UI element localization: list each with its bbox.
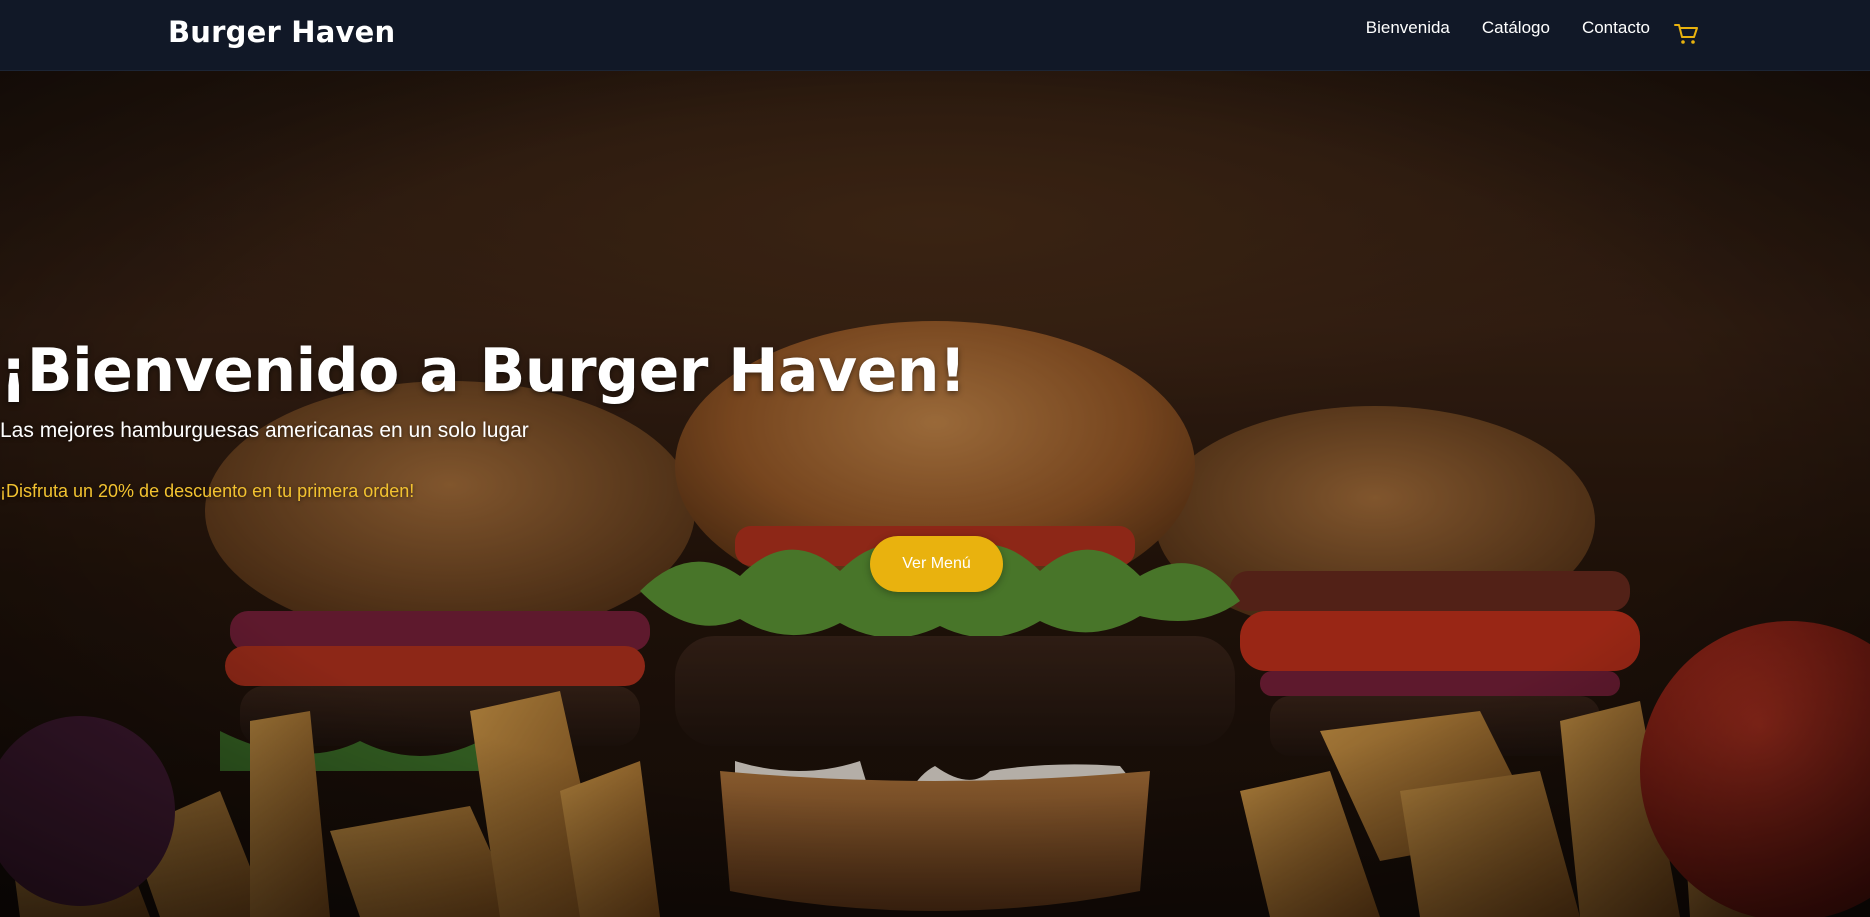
brand-logo[interactable]: Burger Haven: [168, 15, 395, 49]
hero-subtitle: Las mejores hamburguesas americanas en u…: [0, 419, 529, 442]
hero-section: ¡Bienvenido a Burger Haven! Las mejores …: [0, 71, 1870, 917]
hero-promo: ¡Disfruta un 20% de descuento en tu prim…: [0, 481, 415, 501]
nav-links: Bienvenida Catálogo Contacto: [1366, 18, 1650, 38]
top-navbar: Burger Haven Bienvenida Catálogo Contact…: [0, 0, 1870, 71]
nav-link-catalogo[interactable]: Catálogo: [1482, 18, 1550, 38]
nav-link-bienvenida[interactable]: Bienvenida: [1366, 18, 1450, 38]
view-menu-button[interactable]: Ver Menú: [870, 536, 1003, 592]
hero-title: ¡Bienvenido a Burger Haven!: [0, 336, 966, 406]
nav-link-contacto[interactable]: Contacto: [1582, 18, 1650, 38]
cart-icon[interactable]: [1672, 20, 1700, 48]
cart-icon-graphic: [1674, 24, 1698, 44]
